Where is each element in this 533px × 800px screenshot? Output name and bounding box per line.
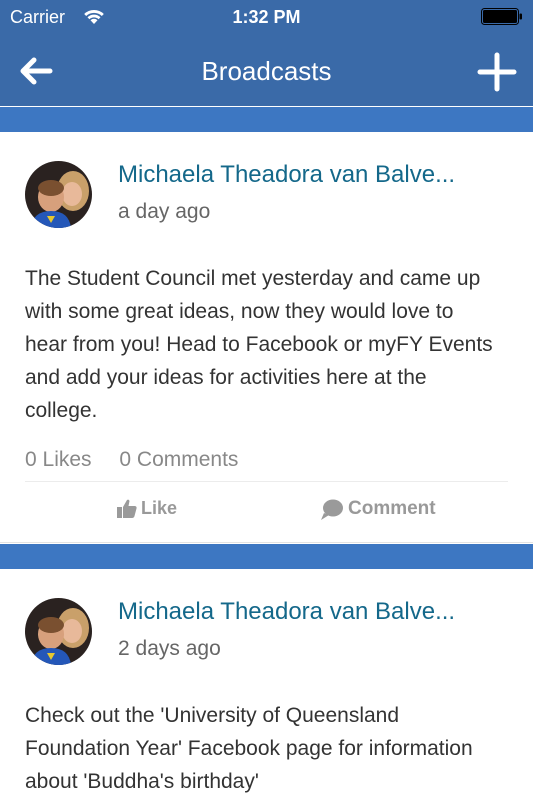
post-text: Check out the 'University of Queensland …: [25, 704, 473, 793]
post-actions: Like Comment: [25, 482, 508, 542]
like-label: Like: [141, 498, 178, 518]
avatar[interactable]: [25, 161, 92, 228]
app-header: Carrier 1:32 PM Broadcasts: [0, 0, 533, 106]
speech-bubble-icon: [321, 499, 343, 520]
like-button[interactable]: Like: [117, 498, 177, 519]
status-bar: Carrier 1:32 PM: [0, 0, 533, 36]
thumbs-up-icon: [117, 499, 137, 518]
broadcast-card: Michaela Theadora van Balve... a day ago…: [0, 132, 533, 543]
post-text: The Student Council met yesterday and ca…: [25, 267, 493, 422]
broadcast-feed: Michaela Theadora van Balve... a day ago…: [0, 106, 533, 800]
page-title: Broadcasts: [201, 56, 332, 86]
likes-count[interactable]: 0 Likes: [25, 448, 92, 471]
author-name[interactable]: Michaela Theadora van Balve...: [118, 161, 518, 189]
author-name[interactable]: Michaela Theadora van Balve...: [118, 598, 518, 626]
card-header: Michaela Theadora van Balve... a day ago: [25, 132, 508, 262]
comment-label: Comment: [348, 498, 436, 519]
post-stats: 0 Likes 0 Comments: [25, 448, 508, 482]
card-header: Michaela Theadora van Balve... 2 days ag…: [25, 569, 508, 699]
status-time: 1:32 PM: [232, 7, 301, 27]
comment-button[interactable]: Comment: [321, 498, 436, 520]
broadcast-card: Michaela Theadora van Balve... 2 days ag…: [0, 569, 533, 798]
post-timestamp: a day ago: [118, 200, 211, 223]
comments-count[interactable]: 0 Comments: [119, 448, 238, 471]
section-divider: [0, 543, 533, 569]
nav-bar: Broadcasts: [0, 36, 533, 106]
section-divider: [0, 106, 533, 132]
plus-icon[interactable]: [477, 52, 517, 92]
battery-icon: [481, 8, 522, 25]
post-timestamp: 2 days ago: [118, 637, 221, 660]
avatar[interactable]: [25, 598, 92, 665]
